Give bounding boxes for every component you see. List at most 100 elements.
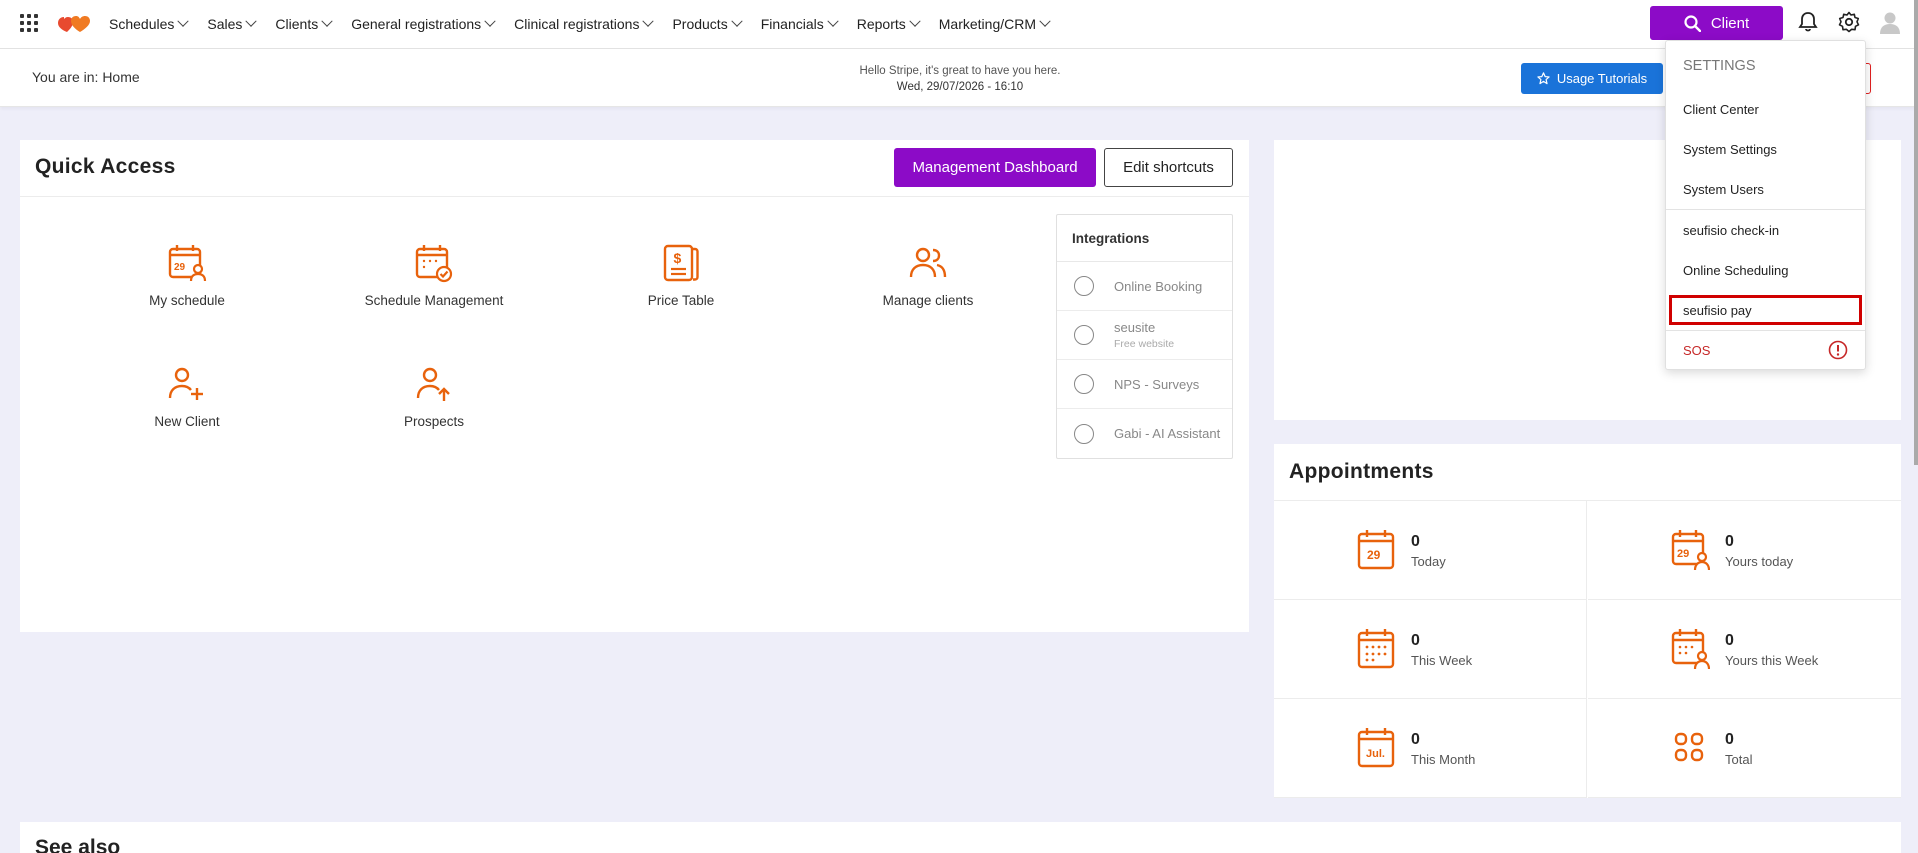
- menu-general-registrations[interactable]: General registrations: [351, 15, 496, 32]
- integrations-title: Integrations: [1057, 215, 1232, 262]
- menu-sales[interactable]: Sales: [207, 15, 258, 32]
- chevron-down-icon: [177, 15, 190, 27]
- chevron-down-icon: [321, 15, 333, 27]
- main-menu: Schedules Sales Clients General registra…: [109, 0, 1069, 48]
- quick-access-header: Quick Access Management Dashboard Edit s…: [20, 140, 1249, 197]
- integration-radio[interactable]: [1074, 423, 1094, 444]
- calendar-person-icon: 29: [168, 245, 207, 282]
- shortcut-price-table[interactable]: $ Price Table: [581, 243, 781, 308]
- shortcut-schedule-management[interactable]: Schedule Management: [334, 243, 534, 308]
- chevron-down-icon: [484, 15, 496, 27]
- menu-financials[interactable]: Financials: [761, 15, 839, 32]
- integration-label: Gabi - AI Assistant: [1114, 426, 1221, 441]
- calendar-day-icon: 29: [1357, 530, 1395, 570]
- settings-item-client-center[interactable]: Client Center: [1666, 89, 1865, 129]
- menu-label: Schedules: [109, 16, 175, 32]
- shortcut-prospects[interactable]: Prospects: [334, 364, 534, 429]
- settings-item-sos[interactable]: SOS: [1666, 330, 1865, 370]
- settings-item-seufisio-pay[interactable]: seufisio pay: [1669, 295, 1862, 325]
- menu-clients[interactable]: Clients: [275, 15, 333, 32]
- integration-nps-surveys[interactable]: NPS - Surveys: [1057, 360, 1232, 409]
- subheader-bar: You are in: Home Hello Stripe, it's grea…: [0, 49, 1918, 107]
- menu-label: Products: [672, 16, 728, 32]
- calendar-week-person-icon: [1671, 629, 1710, 670]
- shortcut-new-client[interactable]: New Client: [87, 364, 287, 429]
- shortcut-label: New Client: [154, 414, 220, 429]
- edit-shortcuts-button[interactable]: Edit shortcuts: [1104, 148, 1233, 187]
- menu-schedules[interactable]: Schedules: [109, 15, 190, 32]
- client-button-label: Client: [1710, 14, 1750, 32]
- shortcut-label: Prospects: [403, 414, 465, 429]
- integration-label: NPS - Surveys: [1114, 376, 1200, 392]
- calendar-week-icon: [1357, 629, 1395, 669]
- settings-item-online-scheduling[interactable]: Online Scheduling: [1666, 250, 1865, 290]
- grid-total-icon: [1674, 732, 1704, 762]
- appointments-label: Total: [1725, 752, 1753, 767]
- appointments-count: 0: [1725, 731, 1734, 748]
- appointments-this-week[interactable]: 0 This Week: [1274, 600, 1587, 699]
- chevron-down-icon: [245, 15, 258, 27]
- page-scrollbar[interactable]: [1914, 0, 1918, 465]
- appointments-label: Today: [1411, 554, 1446, 569]
- brand-logo[interactable]: [57, 13, 91, 33]
- client-search-button[interactable]: Client: [1650, 6, 1783, 40]
- shortcut-manage-clients[interactable]: Manage clients: [828, 243, 1028, 308]
- appointments-title: Appointments: [1289, 460, 1434, 483]
- svg-text:Jul.: Jul.: [1366, 748, 1385, 760]
- integration-seusite[interactable]: seusite Free website: [1057, 311, 1232, 360]
- shortcut-my-schedule[interactable]: 29 My schedule: [87, 243, 287, 308]
- appointments-grid: 29 0 Today 29 0 Yours today 0 This Week …: [1274, 500, 1901, 798]
- menu-label: General registrations: [351, 16, 482, 32]
- appointments-today[interactable]: 29 0 Today: [1274, 501, 1587, 600]
- appointments-card: Appointments 29 0 Today 29 0 Yours today…: [1274, 444, 1901, 798]
- sos-label: SOS: [1683, 342, 1711, 358]
- menu-label: Clients: [275, 16, 319, 32]
- menu-products[interactable]: Products: [672, 15, 743, 32]
- shortcut-label: Schedule Management: [364, 293, 504, 308]
- price-document-icon: $: [663, 244, 699, 282]
- usage-tutorials-button[interactable]: Usage Tutorials: [1521, 63, 1663, 94]
- calendar-check-icon: [415, 245, 453, 283]
- user-avatar-icon[interactable]: [1879, 11, 1901, 35]
- shortcut-label: Manage clients: [882, 293, 974, 308]
- greeting-text: Hello Stripe, it's great to have you her…: [859, 65, 1061, 77]
- appointments-total[interactable]: 0 Total: [1588, 699, 1901, 798]
- menu-label: Marketing/CRM: [938, 16, 1037, 32]
- user-plus-icon: [168, 367, 203, 400]
- menu-clinical-registrations[interactable]: Clinical registrations: [514, 15, 655, 32]
- apps-grid-icon[interactable]: [20, 14, 38, 32]
- integrations-panel: Integrations Online Booking seusite Free …: [1056, 214, 1233, 459]
- integration-sublabel: Free website: [1114, 338, 1175, 350]
- svg-text:29: 29: [1367, 548, 1381, 562]
- quick-access-title: Quick Access: [35, 155, 176, 178]
- settings-item-system-users[interactable]: System Users: [1666, 169, 1865, 209]
- settings-item-seufisio-check-in[interactable]: seufisio check-in: [1666, 210, 1865, 250]
- integration-gabi-ai-assistant[interactable]: Gabi - AI Assistant: [1057, 409, 1232, 458]
- calendar-day-person-icon: 29: [1671, 530, 1710, 571]
- bell-icon[interactable]: [1798, 11, 1818, 33]
- integration-radio[interactable]: [1074, 276, 1094, 296]
- usage-tutorials-label: Usage Tutorials: [1556, 71, 1648, 86]
- chevron-down-icon: [1039, 15, 1051, 27]
- appointments-yours-today[interactable]: 29 0 Yours today: [1588, 501, 1901, 600]
- integration-label: Online Booking: [1114, 278, 1203, 294]
- svg-text:$: $: [674, 250, 682, 266]
- appointments-count: 0: [1725, 533, 1734, 550]
- integration-online-booking[interactable]: Online Booking: [1057, 262, 1232, 311]
- integration-radio[interactable]: [1074, 325, 1094, 345]
- appointments-yours-this-week[interactable]: 0 Yours this Week: [1588, 600, 1901, 699]
- settings-item-system-settings[interactable]: System Settings: [1666, 129, 1865, 169]
- see-also-title: See also: [35, 836, 121, 853]
- integration-radio[interactable]: [1074, 374, 1094, 394]
- management-dashboard-button[interactable]: Management Dashboard: [894, 148, 1096, 187]
- menu-marketing-crm[interactable]: Marketing/CRM: [938, 15, 1051, 32]
- menu-reports[interactable]: Reports: [857, 15, 921, 32]
- greeting-block: Hello Stripe, it's great to have you her…: [760, 63, 1160, 95]
- chevron-down-icon: [909, 15, 921, 27]
- quick-access-card: Quick Access Management Dashboard Edit s…: [20, 140, 1249, 632]
- star-icon: [1537, 72, 1550, 85]
- calendar-month-icon: Jul.: [1357, 728, 1395, 768]
- gear-icon[interactable]: [1838, 11, 1860, 33]
- appointments-this-month[interactable]: Jul. 0 This Month: [1274, 699, 1587, 798]
- users-icon: [909, 247, 947, 278]
